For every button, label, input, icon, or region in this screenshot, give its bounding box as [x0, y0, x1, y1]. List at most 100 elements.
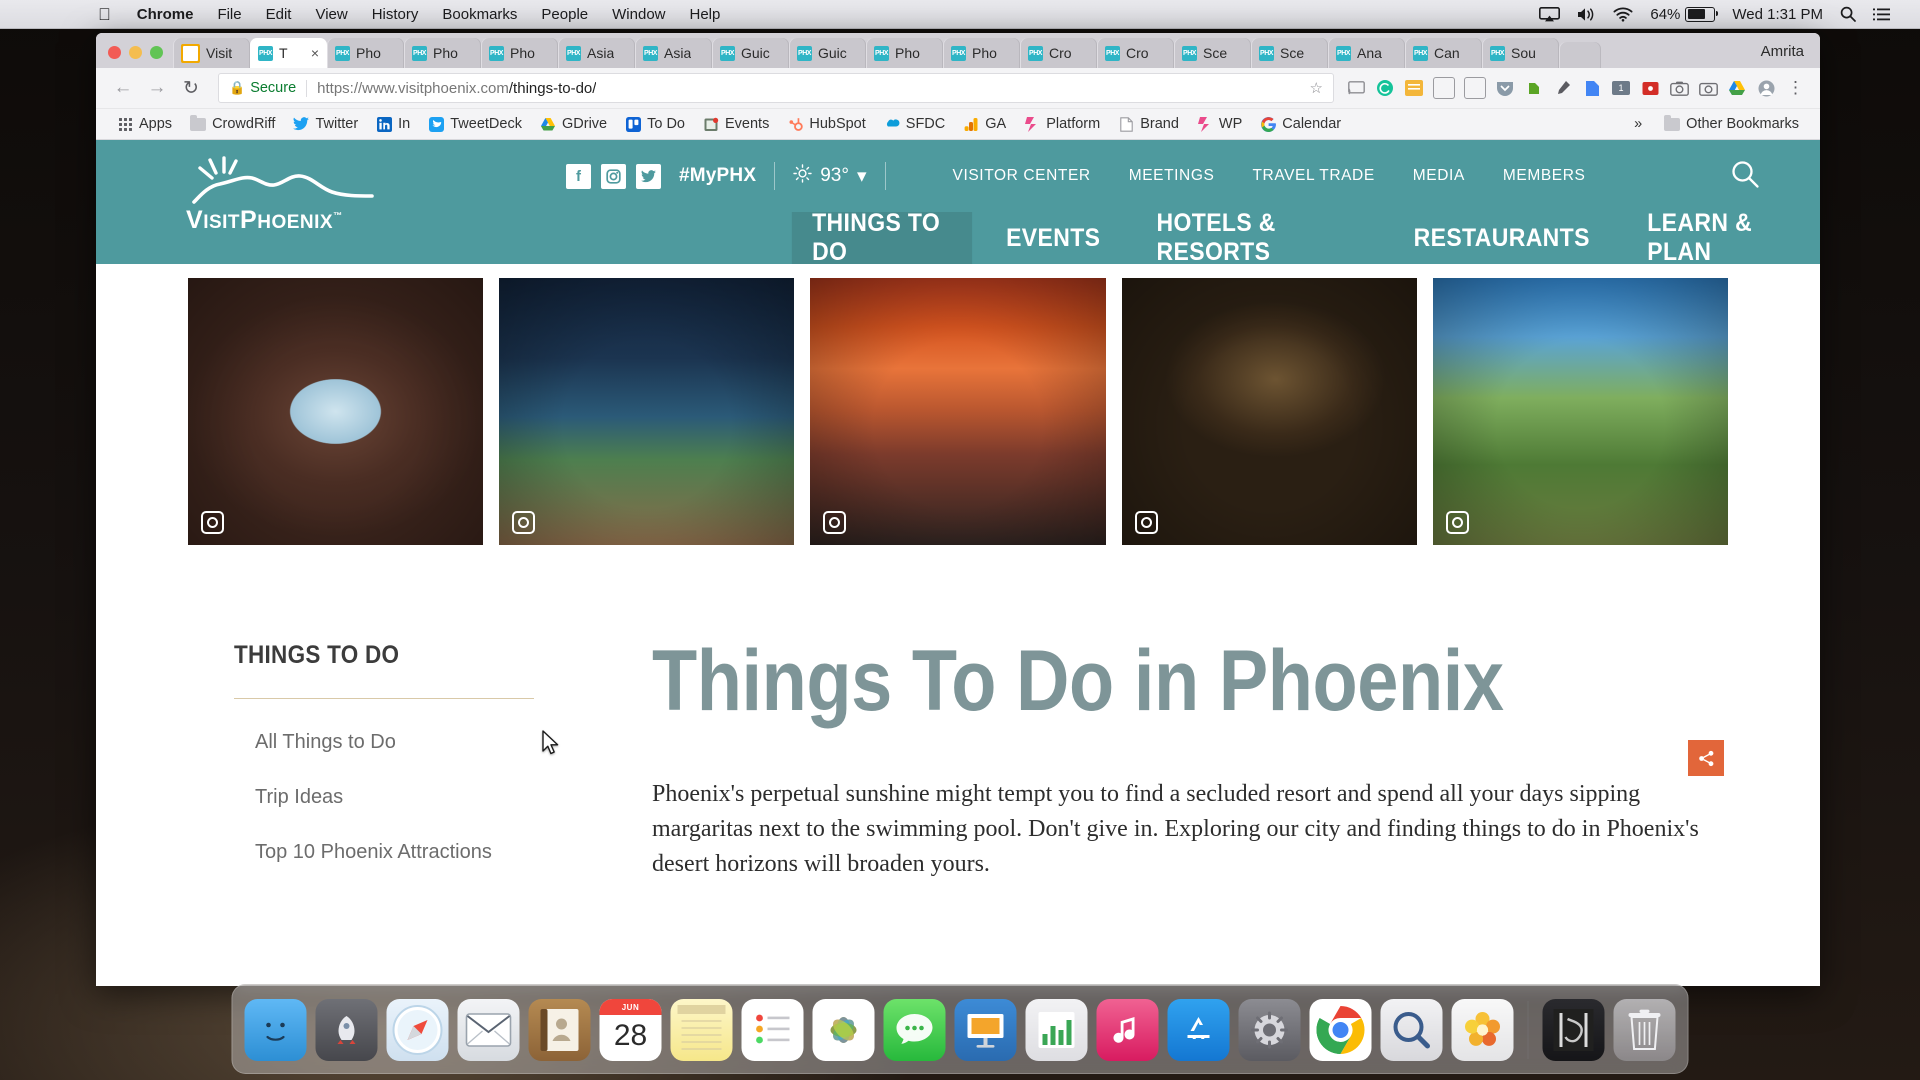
- nav-learn-plan[interactable]: LEARN & PLAN: [1627, 209, 1812, 266]
- dock-item-messages[interactable]: [883, 999, 946, 1061]
- dock-item-system-preferences[interactable]: [1238, 999, 1301, 1061]
- minimize-window-button[interactable]: [129, 46, 142, 59]
- bookmark-sfdc[interactable]: SFDC: [875, 116, 954, 132]
- util-link-media[interactable]: MEDIA: [1394, 167, 1484, 185]
- evernote-icon[interactable]: [1524, 78, 1544, 98]
- close-tab-button[interactable]: ×: [311, 45, 319, 61]
- dock-item-google-chrome[interactable]: [1309, 999, 1372, 1061]
- dock-item-numbers[interactable]: [1025, 999, 1088, 1061]
- spotlight-search-icon[interactable]: [1840, 6, 1856, 22]
- dock-item-keynote[interactable]: [954, 999, 1017, 1061]
- sidebar-item-top-10-phoenix-attractions[interactable]: Top 10 Phoenix Attractions: [234, 841, 604, 864]
- menu-item-view[interactable]: View: [303, 6, 359, 23]
- tab-item[interactable]: PHX Asia: [558, 38, 635, 68]
- tab-item[interactable]: PHX Sou: [1482, 38, 1559, 68]
- close-window-button[interactable]: [108, 46, 121, 59]
- menu-item-edit[interactable]: Edit: [254, 6, 304, 23]
- tab-item[interactable]: PHX Ana: [1328, 38, 1405, 68]
- util-link-meetings[interactable]: MEETINGS: [1110, 167, 1234, 185]
- lastpass-icon[interactable]: [1640, 78, 1660, 98]
- tab-things-to-do-active[interactable]: PHX T ×: [250, 38, 327, 68]
- notes-extension-icon[interactable]: [1404, 78, 1424, 98]
- hashtag-myphx[interactable]: #MyPHX: [679, 165, 756, 187]
- dock-item-finder[interactable]: [244, 999, 307, 1061]
- bookmark-apps[interactable]: Apps: [108, 116, 181, 132]
- visit-phoenix-logo[interactable]: VISITPHOENIX™: [186, 154, 406, 235]
- bookmark-events[interactable]: Events: [694, 116, 778, 132]
- menu-item-window[interactable]: Window: [600, 6, 677, 23]
- bookmarks-overflow-button[interactable]: »: [1625, 116, 1651, 132]
- weather-widget[interactable]: 93° ▾: [793, 163, 867, 189]
- dock-item-reminders[interactable]: [741, 999, 804, 1061]
- instagram-photo-4[interactable]: [1121, 278, 1417, 545]
- tab-item[interactable]: PHX Cro: [1097, 38, 1174, 68]
- tab-item[interactable]: PHX Sce: [1174, 38, 1251, 68]
- dock-item-flower-app[interactable]: [1451, 999, 1514, 1061]
- google-docs-icon[interactable]: [1582, 78, 1602, 98]
- extension-square-icon-2[interactable]: [1464, 77, 1486, 99]
- dock-item-safari[interactable]: [386, 999, 449, 1061]
- share-button[interactable]: [1688, 740, 1724, 776]
- instagram-photo-3[interactable]: [810, 278, 1106, 545]
- tab-item[interactable]: PHX Guic: [789, 38, 866, 68]
- bookmark-calendar[interactable]: Calendar: [1251, 116, 1350, 132]
- new-tab-button[interactable]: [1559, 42, 1601, 68]
- tab-item[interactable]: PHX Pho: [404, 38, 481, 68]
- bookmark-wp[interactable]: WP: [1188, 116, 1251, 132]
- twitter-icon[interactable]: [636, 163, 661, 189]
- instagram-icon[interactable]: [601, 163, 626, 189]
- tab-visit[interactable]: Visit: [173, 38, 250, 68]
- bookmark-hubspot[interactable]: HubSpot: [778, 116, 874, 132]
- grammarly-icon[interactable]: [1375, 78, 1395, 98]
- highlighter-icon[interactable]: [1553, 78, 1573, 98]
- bookmark-gdrive[interactable]: GDrive: [531, 116, 616, 132]
- camera-icon-2[interactable]: [1698, 78, 1718, 98]
- bookmark-tweetdeck[interactable]: TweetDeck: [419, 116, 531, 132]
- maximize-window-button[interactable]: [150, 46, 163, 59]
- back-button[interactable]: ←: [108, 73, 138, 103]
- profile-avatar-icon[interactable]: [1756, 78, 1776, 98]
- nav-restaurants[interactable]: RESTAURANTS: [1393, 212, 1610, 264]
- menu-item-bookmarks[interactable]: Bookmarks: [430, 6, 529, 23]
- nav-hotels-resorts[interactable]: HOTELS & RESORTS: [1136, 209, 1373, 266]
- apple-logo-icon[interactable]: : [92, 6, 125, 23]
- menu-bar-clock[interactable]: Wed 1:31 PM: [1732, 6, 1823, 23]
- dock-item-app-store[interactable]: [1167, 999, 1230, 1061]
- tab-item[interactable]: PHX Cro: [1020, 38, 1097, 68]
- volume-icon[interactable]: [1577, 7, 1596, 22]
- pocket-icon[interactable]: [1495, 78, 1515, 98]
- dock-item-quick-search[interactable]: [1380, 999, 1443, 1061]
- forward-button[interactable]: →: [142, 73, 172, 103]
- util-link-members[interactable]: MEMBERS: [1484, 167, 1605, 185]
- tab-item[interactable]: PHX Pho: [943, 38, 1020, 68]
- chevron-down-icon[interactable]: ▾: [857, 165, 867, 188]
- chrome-menu-button[interactable]: ⋮: [1785, 78, 1804, 98]
- instagram-photo-1[interactable]: [188, 278, 484, 545]
- camera-icon-1[interactable]: [1669, 78, 1689, 98]
- tab-item[interactable]: PHX Pho: [866, 38, 943, 68]
- tab-item[interactable]: PHX Pho: [481, 38, 558, 68]
- notification-center-icon[interactable]: [1873, 8, 1890, 21]
- dock-item-downloads[interactable]: [1542, 999, 1605, 1061]
- tab-item[interactable]: PHX Asia: [635, 38, 712, 68]
- bookmark-platform[interactable]: Platform: [1015, 116, 1109, 132]
- dock-item-itunes[interactable]: [1096, 999, 1159, 1061]
- bookmark-todo[interactable]: To Do: [616, 116, 694, 132]
- cast-icon[interactable]: [1346, 78, 1366, 98]
- dock-item-notes[interactable]: [670, 999, 733, 1061]
- sidebar-item-trip-ideas[interactable]: Trip Ideas: [234, 786, 604, 809]
- airplay-icon[interactable]: [1539, 6, 1561, 22]
- tab-item[interactable]: PHX Pho: [327, 38, 404, 68]
- facebook-icon[interactable]: f: [566, 163, 591, 189]
- menu-item-file[interactable]: File: [205, 6, 253, 23]
- instagram-photo-2[interactable]: [499, 278, 795, 545]
- address-bar[interactable]: 🔒 Secure https://www.visitphoenix.com/th…: [218, 73, 1334, 103]
- dock-item-photos[interactable]: [812, 999, 875, 1061]
- bookmark-star-icon[interactable]: ☆: [1310, 79, 1323, 97]
- wifi-icon[interactable]: [1613, 7, 1633, 22]
- bookmark-linkedin[interactable]: In: [367, 116, 419, 132]
- extension-square-icon-1[interactable]: [1433, 77, 1455, 99]
- battery-status[interactable]: 64%: [1650, 6, 1719, 23]
- dock-item-calendar[interactable]: JUN 28: [599, 999, 662, 1061]
- bookmark-twitter[interactable]: Twitter: [284, 116, 367, 132]
